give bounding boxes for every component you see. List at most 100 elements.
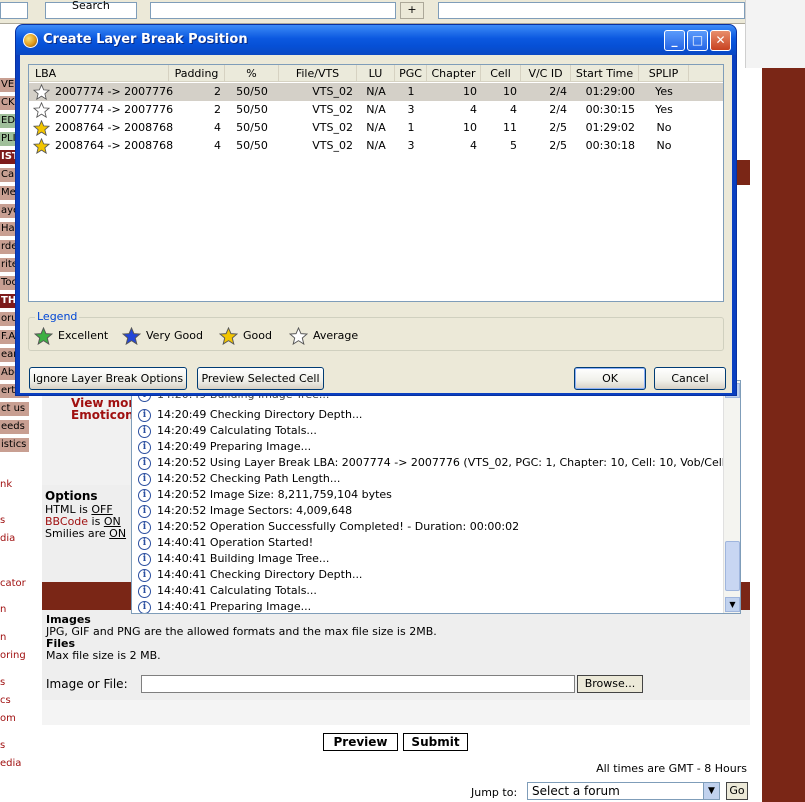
- close-button[interactable]: ✕: [710, 30, 731, 51]
- log-entry: i 14:20:49 Calculating Totals...: [138, 423, 317, 439]
- options-title: Options: [45, 489, 98, 503]
- cell-pct: 50/50: [236, 121, 268, 134]
- cell-padding: 4: [214, 121, 221, 134]
- scroll-thumb[interactable]: [725, 541, 740, 591]
- left-link[interactable]: dia: [0, 533, 30, 544]
- column-header-lu[interactable]: LU: [357, 65, 395, 82]
- left-link[interactable]: nk: [0, 479, 30, 490]
- cell-chapter: 10: [463, 85, 477, 98]
- cell-chapter: 10: [463, 121, 477, 134]
- column-header-cell[interactable]: Cell: [481, 65, 521, 82]
- cell-splip: No: [656, 139, 672, 152]
- ok-button[interactable]: OK: [574, 367, 646, 390]
- info-icon: i: [138, 504, 151, 518]
- log-entry-text: 14:40:41 Preparing Image...: [157, 600, 312, 613]
- log-scrollbar[interactable]: ▲ ▼: [723, 381, 740, 613]
- column-header-pgc[interactable]: PGC: [395, 65, 427, 82]
- left-nav-item[interactable]: eeds: [0, 420, 29, 435]
- toolbar-select[interactable]: [150, 2, 396, 19]
- log-entry-text: 14:20:52 Checking Path Length...: [157, 472, 341, 485]
- left-link[interactable]: cator: [0, 578, 30, 589]
- browse-button[interactable]: Browse...: [577, 675, 643, 693]
- info-icon: i: [138, 488, 151, 502]
- chevron-down-icon[interactable]: ▼: [703, 783, 719, 799]
- toolbar-panel: [438, 2, 745, 19]
- left-link[interactable]: s: [0, 677, 30, 688]
- left-nav-item[interactable]: ct us: [0, 402, 29, 417]
- log-panel[interactable]: i14:20:49 Building Image Tree... i14:20:…: [131, 380, 741, 614]
- table-row[interactable]: 2007774 -> 2007776 2 50/50 VTS_02 N/A 3 4 4 2/4 0…: [29, 101, 723, 119]
- right-top-panel: [745, 0, 805, 68]
- maximize-button[interactable]: □: [687, 30, 708, 51]
- cell-lu: N/A: [366, 103, 386, 116]
- browser-toolbar: Search +: [0, 0, 805, 24]
- cell-file: VTS_02: [312, 103, 353, 116]
- info-icon: i: [138, 472, 151, 486]
- go-button[interactable]: Go: [726, 782, 748, 800]
- log-entry: i 14:20:52 Operation Successfully Complet…: [138, 519, 519, 535]
- log-entry-text: 14:40:41 Calculating Totals...: [157, 584, 317, 597]
- cell-pct: 50/50: [236, 103, 268, 116]
- table-row[interactable]: 2008764 -> 2008768 4 50/50 VTS_02 N/A 1 10 11 2/…: [29, 119, 723, 137]
- table-row[interactable]: 2008764 -> 2008768 4 50/50 VTS_02 N/A 3 4 5 2/5 0…: [29, 137, 723, 155]
- cell-lu: N/A: [366, 85, 386, 98]
- cell-pgc: 1: [407, 85, 415, 98]
- image-or-file-label: Image or File:: [46, 677, 128, 691]
- info-icon: i: [138, 456, 151, 470]
- log-entry-text: 14:20:52 Using Layer Break LBA: 2007774 …: [157, 456, 741, 469]
- cell-padding: 2: [214, 103, 221, 116]
- forum-select-value: Select a forum: [532, 784, 620, 798]
- left-link[interactable]: s: [0, 515, 30, 526]
- cell-start: 00:30:15: [585, 103, 635, 116]
- star-good-icon: [32, 119, 51, 137]
- table-row[interactable]: 2007774 -> 2007776 2 50/50 VTS_02 N/A 1 10 10 2/…: [29, 83, 723, 101]
- column-header-chapter[interactable]: Chapter: [427, 65, 481, 82]
- spacer-row: [42, 700, 750, 725]
- smilies-option-value: ON: [109, 527, 127, 540]
- column-header-padding[interactable]: Padding: [169, 65, 225, 82]
- preview-selected-cell-button[interactable]: Preview Selected Cell: [197, 367, 324, 390]
- left-link[interactable]: n: [0, 632, 30, 643]
- layer-break-table[interactable]: LBA Padding% File/VTS LU PGC Chapter Cell V/C I…: [28, 64, 724, 302]
- left-link[interactable]: oring: [0, 650, 30, 661]
- left-link[interactable]: s: [0, 740, 30, 751]
- left-nav-item[interactable]: istics: [0, 438, 29, 453]
- column-header-vcid[interactable]: V/C ID: [521, 65, 571, 82]
- info-icon: i: [138, 584, 151, 598]
- log-entry: i 14:20:52 Image Size: 8,211,759,104 byte…: [138, 487, 392, 503]
- legend-title: Legend: [35, 310, 80, 323]
- cell-pgc: 3: [407, 103, 415, 116]
- log-entry-text: 14:20:52 Operation Successfully Complete…: [157, 520, 520, 533]
- ignore-layer-break-button[interactable]: Ignore Layer Break Options: [29, 367, 187, 390]
- emoticons-link[interactable]: Emoticon: [71, 408, 134, 422]
- submit-button[interactable]: Submit: [403, 733, 468, 751]
- legend-label: Very Good: [146, 329, 203, 342]
- file-path-input[interactable]: [141, 675, 575, 693]
- log-entry: i 14:20:49 Checking Directory Depth...: [138, 407, 362, 423]
- minimize-button[interactable]: _: [664, 30, 685, 51]
- cell-file: VTS_02: [312, 121, 353, 134]
- left-link[interactable]: cs: [0, 695, 30, 706]
- column-header-start[interactable]: Start Time: [571, 65, 639, 82]
- cancel-button[interactable]: Cancel: [654, 367, 726, 390]
- left-link[interactable]: om: [0, 713, 30, 724]
- left-link[interactable]: n: [0, 604, 30, 615]
- forum-select[interactable]: Select a forum ▼: [527, 782, 720, 800]
- log-entry-text: 14:20:49 Checking Directory Depth...: [157, 408, 363, 421]
- dialog-titlebar[interactable]: Create Layer Break Position _ □ ✕: [16, 25, 736, 55]
- preview-button[interactable]: Preview: [323, 733, 398, 751]
- scroll-down-icon[interactable]: ▼: [725, 597, 740, 612]
- add-icon[interactable]: +: [400, 2, 424, 19]
- column-header-pct[interactable]: %: [225, 65, 279, 82]
- column-header-splip[interactable]: SPLIP: [639, 65, 689, 82]
- column-header-lba[interactable]: LBA: [29, 65, 169, 82]
- cell-vcid: 2/4: [549, 85, 567, 98]
- images-info: JPG, GIF and PNG are the allowed formats…: [46, 625, 437, 638]
- info-icon: i: [138, 600, 151, 613]
- star-average-icon: [32, 83, 51, 101]
- app-icon: [23, 33, 38, 48]
- log-entry-text: 14:40:41 Checking Directory Depth...: [157, 568, 363, 581]
- column-header-file[interactable]: File/VTS: [279, 65, 357, 82]
- search-box[interactable]: Search: [45, 0, 137, 19]
- left-link[interactable]: edia: [0, 758, 30, 769]
